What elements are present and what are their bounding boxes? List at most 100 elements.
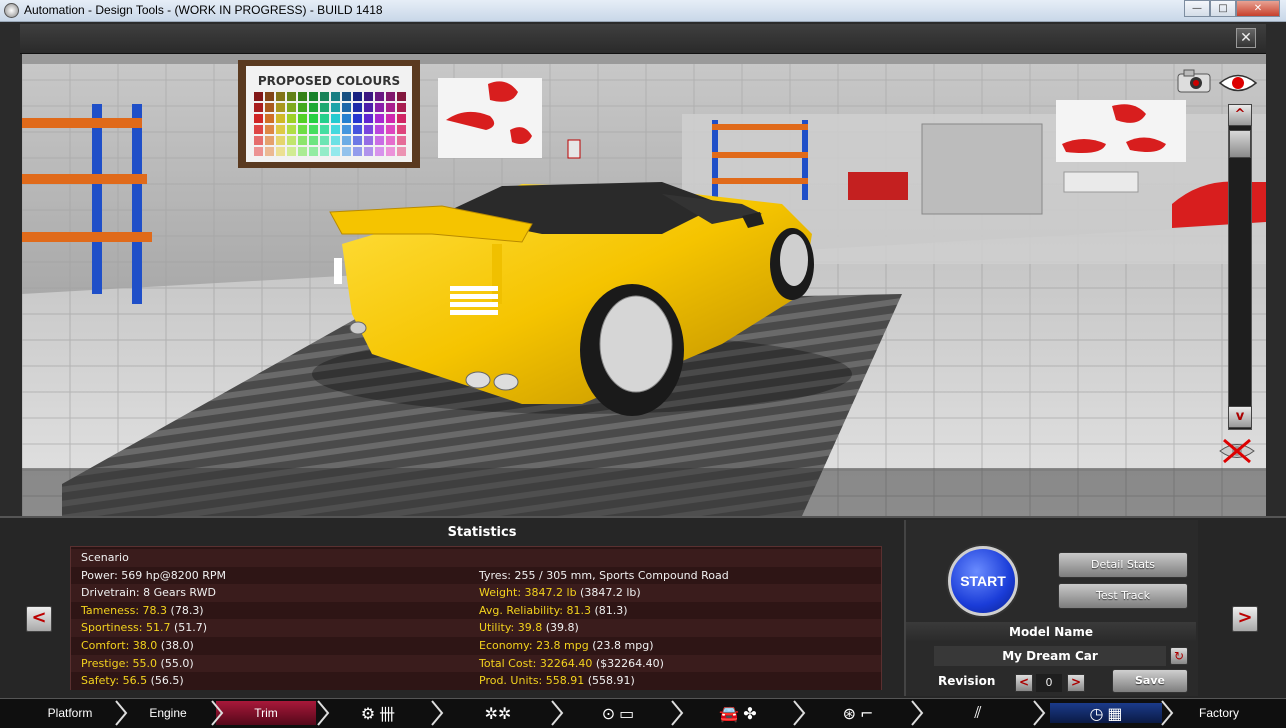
revision-label: Revision [938, 674, 996, 688]
camera-icon[interactable] [1176, 68, 1212, 94]
zoom-up-button[interactable]: ^ [1228, 104, 1252, 126]
tab-separator-chevron [551, 700, 564, 726]
close-window-button[interactable]: ✕ [1236, 0, 1280, 17]
poster-title: PROPOSED COLOURS [258, 74, 400, 88]
detail-stats-button[interactable]: Detail Stats [1058, 552, 1188, 578]
stat-base-value: (55.0) [157, 656, 194, 670]
stat-base-value: (23.8 mpg) [588, 639, 654, 652]
stat-base-value: (38.0) [157, 639, 194, 652]
colour-swatch [342, 114, 351, 123]
colour-swatch [276, 114, 285, 123]
colour-swatch [298, 147, 307, 156]
zoom-scroll-thumb[interactable] [1229, 130, 1251, 158]
colour-swatch [386, 92, 395, 101]
stat-value: 3847.2 lb [524, 586, 577, 600]
colour-swatch [320, 103, 329, 112]
hide-view-icon[interactable] [1218, 436, 1256, 466]
stat-base-value: ($32264.40) [592, 656, 664, 670]
colour-swatch [287, 92, 296, 101]
colour-swatch [276, 136, 285, 145]
stat-label: Scenario [81, 551, 129, 564]
colour-swatch [309, 114, 318, 123]
colour-swatch [254, 114, 263, 123]
start-button[interactable]: START [948, 546, 1018, 616]
colour-swatch [342, 136, 351, 145]
stat-left-cell: Scenario [81, 549, 129, 566]
colour-swatch [298, 136, 307, 145]
colour-swatch [276, 147, 285, 156]
colour-swatch [309, 103, 318, 112]
colour-swatch [320, 114, 329, 123]
stat-label: Power: [81, 568, 122, 582]
stat-base-value: (39.8) [542, 621, 579, 635]
stat-right-cell: Weight: 3847.2 lb (3847.2 lb) [479, 584, 641, 601]
eye-icon[interactable] [1218, 72, 1258, 94]
title-bar: Automation - Design Tools - (WORK IN PRO… [0, 0, 1286, 22]
stat-right-cell: Tyres: 255 / 305 mm, Sports Compound Roa… [479, 567, 729, 584]
stat-right-cell: Total Cost: 32264.40 ($32264.40) [479, 655, 664, 672]
stat-value: 38.0 [132, 639, 158, 652]
stat-label: Comfort: [81, 639, 133, 652]
refresh-icon[interactable]: ↻ [1170, 647, 1188, 665]
colour-swatch [309, 92, 318, 101]
revision-next-button[interactable]: > [1067, 674, 1085, 692]
revision-prev-button[interactable]: < [1015, 674, 1033, 692]
zoom-down-button[interactable]: v [1228, 406, 1252, 428]
stat-value: 8 Gears RWD [143, 586, 216, 600]
colour-swatch [331, 147, 340, 156]
colour-swatch [309, 147, 318, 156]
colour-swatch [331, 136, 340, 145]
colour-swatch [287, 147, 296, 156]
colour-swatch [331, 103, 340, 112]
tab-separator-chevron [431, 700, 444, 726]
colour-swatch [353, 136, 362, 145]
colour-swatch [320, 136, 329, 145]
colour-swatch [386, 114, 395, 123]
colour-poster: PROPOSED COLOURS [238, 60, 420, 168]
colour-swatch [386, 136, 395, 145]
stat-base-value: (78.3) [167, 603, 204, 617]
stat-left-cell: Safety: 56.5 (56.5) [81, 672, 184, 689]
stat-label: Total Cost: [479, 656, 540, 670]
model-name-field[interactable]: My Dream Car [934, 646, 1166, 666]
statistics-title: Statistics [447, 525, 517, 540]
tab-separator-chevron [317, 700, 330, 726]
tab-separator-chevron [1161, 700, 1174, 726]
stat-value: 39.8 [517, 621, 543, 635]
colour-swatch [298, 92, 307, 101]
colour-swatch [276, 125, 285, 134]
colour-swatch [364, 125, 373, 134]
colour-swatch [342, 92, 351, 101]
tab-separator-chevron [671, 700, 684, 726]
colour-swatch [386, 103, 395, 112]
window-controls: — □ ✕ [1184, 0, 1280, 18]
colour-swatch [287, 125, 296, 134]
next-section-button[interactable]: > [1232, 606, 1258, 632]
stat-left-cell: Drivetrain: 8 Gears RWD [81, 584, 216, 601]
prev-section-button[interactable]: < [26, 606, 52, 632]
test-track-button[interactable]: Test Track [1058, 583, 1188, 609]
colour-swatch [397, 103, 406, 112]
colour-swatch [342, 103, 351, 112]
stat-value: 569 hp@8200 RPM [121, 568, 226, 582]
colour-swatch [298, 125, 307, 134]
maximize-button[interactable]: □ [1210, 0, 1236, 17]
stat-value: 255 / 305 mm, Sports Compound Road [514, 568, 729, 582]
colour-swatch [353, 103, 362, 112]
stat-value: 23.8 mpg [536, 639, 589, 652]
stat-label: Tyres: [479, 568, 515, 582]
save-button[interactable]: Save [1112, 669, 1188, 693]
stat-left-cell: Comfort: 38.0 (38.0) [81, 637, 194, 654]
garage-viewport[interactable]: PROPOSED COLOURS [22, 54, 1266, 516]
close-viewer-button[interactable]: ✕ [1236, 28, 1256, 48]
colour-swatch [254, 147, 263, 156]
colour-swatch [364, 103, 373, 112]
colour-swatch [375, 103, 384, 112]
colour-swatch [386, 125, 395, 134]
stat-label: Prestige: [81, 656, 133, 670]
stat-label: Sportiness: [81, 621, 146, 635]
stat-row: Comfort: 38.0 (38.0) Economy: 23.8 mpg (2… [71, 637, 881, 655]
colour-swatch [364, 136, 373, 145]
tab-separator-chevron [211, 700, 224, 726]
minimize-button[interactable]: — [1184, 0, 1210, 17]
